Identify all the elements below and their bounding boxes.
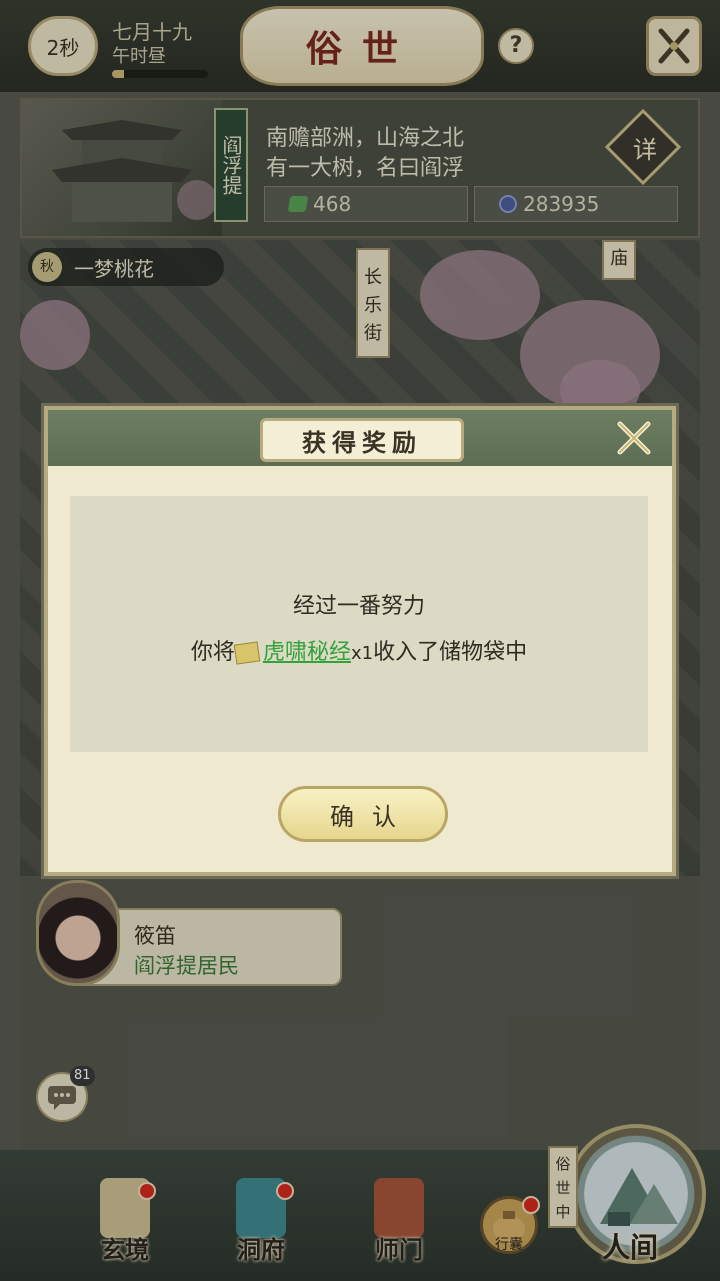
message-suffix: 收入了储物袋中 bbox=[373, 640, 528, 665]
message-prefix: 你将 bbox=[190, 640, 235, 665]
reward-message-line2: 你将 虎啸秘经x1收入了储物袋中 bbox=[70, 634, 648, 666]
reward-dialog: 获得奖励 经过一番努力 你将 虎啸秘经x1收入了储物袋中 确认 bbox=[44, 406, 676, 876]
scroll-item-icon bbox=[233, 641, 261, 665]
dialog-close-button[interactable] bbox=[614, 418, 654, 458]
reward-item-quantity: x1 bbox=[350, 643, 374, 664]
reward-message-line1: 经过一番努力 bbox=[292, 594, 425, 619]
reward-item-link[interactable]: 虎啸秘经 bbox=[263, 640, 351, 665]
dialog-title: 获得奖励 bbox=[260, 418, 464, 462]
confirm-button[interactable]: 确认 bbox=[278, 786, 448, 842]
dialog-message-box: 经过一番努力 你将 虎啸秘经x1收入了储物袋中 bbox=[70, 496, 648, 752]
close-icon bbox=[617, 421, 651, 455]
